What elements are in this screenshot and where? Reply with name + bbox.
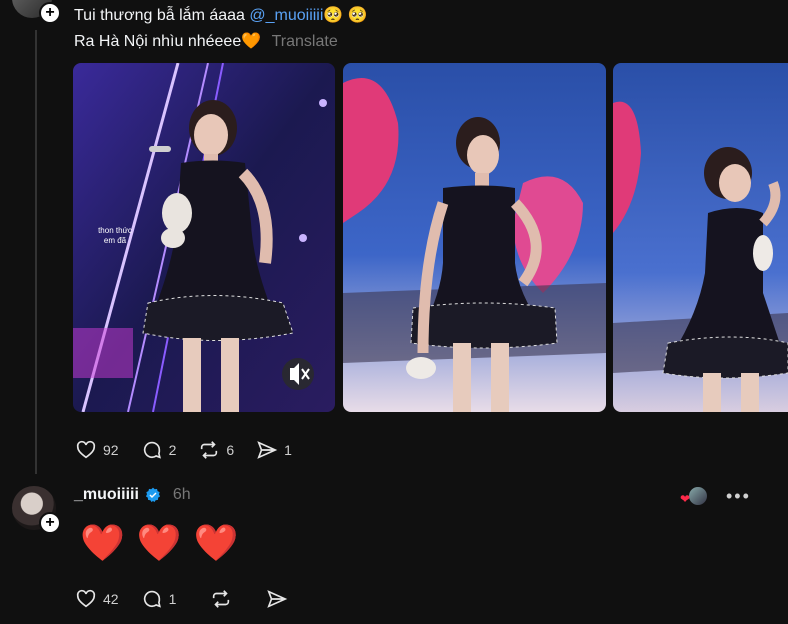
repost-icon (213, 590, 230, 608)
heart-icon (76, 589, 96, 608)
share-button[interactable]: 1 (256, 439, 292, 461)
share-button[interactable] (266, 588, 288, 610)
share-count: 1 (284, 442, 292, 458)
send-icon (267, 590, 288, 608)
heart-emoji: ❤️ (193, 522, 239, 563)
like-button[interactable]: 42 (75, 588, 119, 610)
like-count: 42 (103, 591, 119, 607)
post-text-line-1: Tui thương bẫ lắm áaaa @_muoiiiii🥺 🥺 (74, 5, 368, 25)
like-count: 92 (103, 442, 119, 458)
post-text: Tui thương bẫ lắm áaaa (74, 7, 250, 24)
mention-link[interactable]: @_muoiiiii (249, 7, 323, 24)
comment-icon (143, 590, 161, 608)
repost-count: 6 (226, 442, 235, 458)
follow-plus-icon[interactable]: + (39, 512, 61, 534)
more-options-icon[interactable]: ••• (726, 486, 751, 507)
reply-content-hearts: ❤️ ❤️ ❤️ (80, 522, 238, 564)
comment-icon (143, 441, 161, 459)
comment-count: 2 (168, 442, 177, 458)
thread-line (35, 30, 37, 474)
repost-button[interactable]: 6 (198, 439, 234, 461)
post-actions: 92 2 6 1 (75, 439, 314, 461)
reply-actions: 42 1 (75, 588, 310, 610)
heart-emoji: ❤️ (136, 522, 182, 563)
follow-plus-icon[interactable]: + (39, 2, 61, 24)
emoji-pleading: 🥺 🥺 (323, 7, 368, 24)
image-caption: thon thức em đã (98, 226, 132, 245)
heart-icon (76, 440, 96, 459)
translate-link[interactable]: Translate (272, 33, 338, 50)
heart-emoji: ❤️ (80, 522, 125, 563)
post-image-2[interactable] (343, 63, 606, 412)
post-text-line-2: Ra Hà Nội nhìu nhéeee🧡 Translate (74, 31, 338, 51)
comment-button[interactable]: 2 (141, 439, 177, 461)
post-image-3[interactable] (613, 63, 788, 412)
comment-button[interactable]: 1 (141, 588, 177, 610)
liked-by-author-icon: ❤ (680, 486, 708, 506)
comment-count: 1 (168, 591, 177, 607)
emoji-orange-heart: 🧡 (241, 33, 262, 50)
reply-username[interactable]: _muoiiiii (74, 486, 139, 504)
post-text-2: Ra Hà Nội nhìu nhéeee (74, 33, 242, 50)
repost-button[interactable] (210, 588, 232, 610)
repost-icon (201, 441, 218, 459)
post-image-1[interactable]: thon thức em đã (73, 63, 335, 412)
verified-badge-icon (145, 487, 160, 503)
reply-time: 6h (172, 486, 191, 503)
like-button[interactable]: 92 (75, 439, 119, 461)
send-icon (257, 441, 278, 459)
reply-header: _muoiiiii 6h (74, 486, 191, 504)
